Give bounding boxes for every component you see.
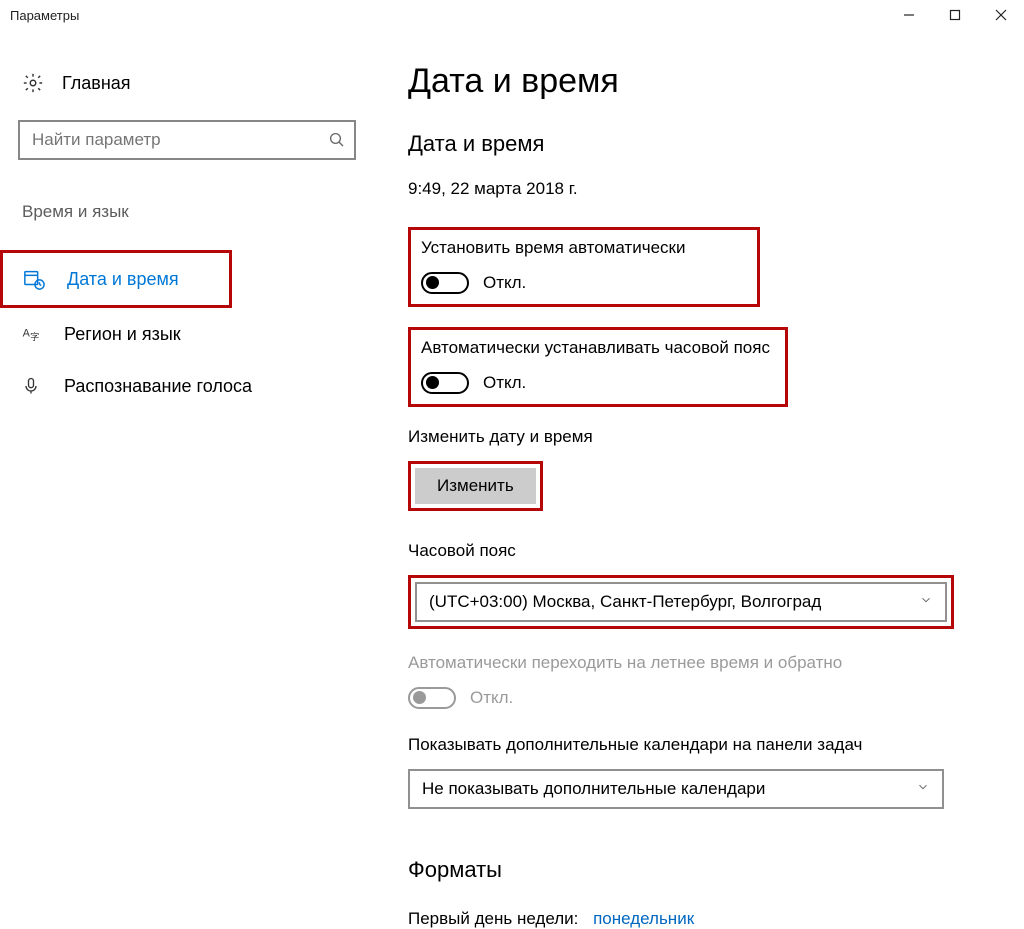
maximize-button[interactable] (932, 0, 978, 30)
nav-item-label: Распознавание голоса (64, 376, 252, 397)
extra-cal-value: Не показывать дополнительные календари (422, 779, 765, 799)
highlight-auto-tz: Автоматически устанавливать часовой пояс… (408, 327, 788, 407)
change-dt-label: Изменить дату и время (408, 427, 954, 447)
tz-label: Часовой пояс (408, 541, 954, 561)
nav-speech[interactable]: Распознавание голоса (0, 360, 368, 412)
extra-cal-select[interactable]: Не показывать дополнительные календари (408, 769, 944, 809)
search-icon (320, 131, 354, 149)
extra-cal-label: Показывать дополнительные календари на п… (408, 735, 954, 755)
formats-title: Форматы (408, 857, 954, 883)
dst-toggle (408, 687, 456, 709)
chevron-down-icon (919, 592, 933, 612)
nav-home[interactable]: Главная (18, 62, 368, 98)
chevron-down-icon (916, 779, 930, 799)
highlight-tz-select: (UTC+03:00) Москва, Санкт-Петербург, Вол… (408, 575, 954, 629)
auto-tz-label: Автоматически устанавливать часовой пояс (421, 338, 775, 358)
minimize-button[interactable] (886, 0, 932, 30)
svg-text:字: 字 (30, 331, 39, 342)
sidebar-section-label: Время и язык (18, 202, 368, 222)
highlight-auto-time: Установить время автоматически Откл. (408, 227, 760, 307)
auto-tz-toggle[interactable] (421, 372, 469, 394)
nav-date-time[interactable]: Дата и время (3, 253, 229, 305)
auto-tz-state: Откл. (483, 373, 526, 393)
tz-select[interactable]: (UTC+03:00) Москва, Санкт-Петербург, Вол… (415, 582, 947, 622)
nav-region-language[interactable]: A 字 Регион и язык (0, 308, 368, 360)
page-title: Дата и время (408, 62, 954, 101)
nav-item-label: Дата и время (67, 269, 179, 290)
nav-item-label: Регион и язык (64, 324, 181, 345)
titlebar: Параметры (0, 0, 1024, 30)
change-button[interactable]: Изменить (415, 468, 536, 504)
first-day-value: понедельник (593, 909, 694, 928)
dst-label: Автоматически переходить на летнее время… (408, 653, 954, 673)
auto-time-state: Откл. (483, 273, 526, 293)
close-button[interactable] (978, 0, 1024, 30)
language-icon: A 字 (20, 324, 42, 344)
microphone-icon (20, 376, 42, 396)
window-title: Параметры (10, 8, 79, 23)
calendar-clock-icon (23, 268, 45, 290)
dst-state: Откл. (470, 688, 513, 708)
section-title: Дата и время (408, 131, 954, 157)
current-datetime: 9:49, 22 марта 2018 г. (408, 179, 954, 199)
search-input[interactable] (18, 120, 356, 160)
tz-value: (UTC+03:00) Москва, Санкт-Петербург, Вол… (429, 592, 821, 612)
nav-home-label: Главная (62, 73, 131, 94)
highlight-change-button: Изменить (408, 461, 543, 511)
sidebar: Главная Время и язык (0, 62, 368, 929)
nav: Дата и время A 字 Регион и язык (0, 250, 368, 412)
auto-time-toggle[interactable] (421, 272, 469, 294)
main-content: Дата и время Дата и время 9:49, 22 марта… (368, 62, 1024, 929)
first-day-label: Первый день недели: (408, 909, 578, 928)
auto-time-label: Установить время автоматически (421, 238, 747, 258)
search-field[interactable] (20, 130, 320, 150)
gear-icon (22, 72, 44, 94)
first-day-row: Первый день недели: понедельник (408, 909, 954, 929)
